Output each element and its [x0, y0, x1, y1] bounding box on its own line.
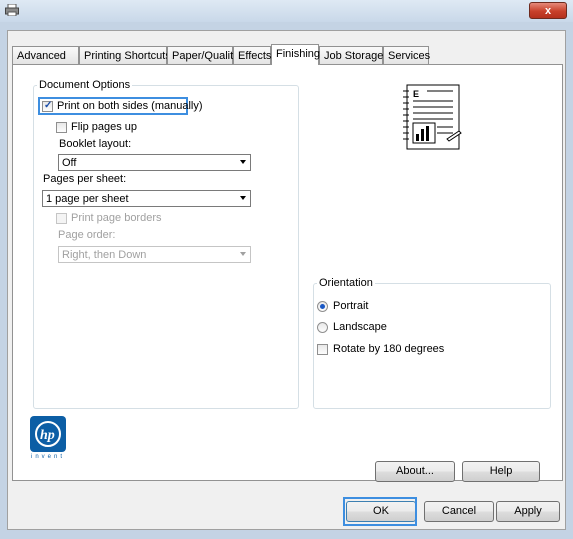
tab-printing-shortcuts[interactable]: Printing Shortcuts [79, 46, 171, 64]
chevron-down-icon [240, 196, 246, 200]
ok-focus-outline [343, 497, 417, 526]
hp-tagline: invent [31, 454, 66, 460]
rotate-180-label[interactable]: Rotate by 180 degrees [333, 343, 444, 355]
tab-paper-quality[interactable]: Paper/Quality [167, 46, 239, 64]
flip-pages-up-label[interactable]: Flip pages up [71, 121, 137, 133]
document-options-caption: Document Options [37, 79, 133, 91]
chevron-down-icon [240, 252, 246, 256]
dialog-client: Advanced Printing Shortcuts Paper/Qualit… [7, 30, 566, 530]
finishing-panel: Document Options ✓ Print on both sides (… [12, 64, 563, 481]
booklet-layout-label: Booklet layout: [59, 138, 132, 150]
orientation-caption: Orientation [317, 277, 375, 289]
tab-finishing[interactable]: Finishing [271, 44, 320, 65]
dialog-window: x Advanced Printing Shortcuts Paper/Qual… [0, 0, 573, 539]
apply-button[interactable]: Apply [496, 501, 560, 522]
hp-logo-icon: hp [30, 416, 66, 452]
tab-advanced[interactable]: Advanced [12, 46, 79, 64]
landscape-label[interactable]: Landscape [333, 321, 387, 333]
pages-per-sheet-value: 1 page per sheet [46, 193, 129, 205]
help-button[interactable]: Help [462, 461, 540, 482]
page-order-label: Page order: [58, 229, 116, 241]
cancel-button[interactable]: Cancel [424, 501, 494, 522]
page-order-value: Right, then Down [62, 249, 147, 261]
print-both-sides-checkbox[interactable]: ✓ [42, 100, 53, 112]
close-button[interactable]: x [529, 2, 567, 19]
print-page-borders-label: Print page borders [71, 212, 162, 224]
booklet-layout-select[interactable]: Off [58, 154, 251, 171]
portrait-label[interactable]: Portrait [333, 300, 368, 312]
page-order-select[interactable]: Right, then Down [58, 246, 251, 263]
chevron-down-icon [240, 160, 246, 164]
rotate-180-checkbox[interactable] [317, 344, 328, 355]
booklet-layout-value: Off [62, 157, 77, 169]
pages-per-sheet-select[interactable]: 1 page per sheet [42, 190, 251, 207]
portrait-radio[interactable] [317, 301, 328, 312]
landscape-radio[interactable] [317, 322, 328, 333]
print-page-borders-checkbox[interactable] [56, 213, 67, 224]
pages-per-sheet-label: Pages per sheet: [43, 173, 127, 185]
preview-letter: E [413, 89, 419, 99]
document-preview-icon: E [403, 84, 462, 150]
hp-logo-text: hp [40, 428, 55, 443]
tab-job-storage[interactable]: Job Storage [319, 46, 383, 64]
flip-pages-up-checkbox[interactable] [56, 122, 67, 133]
tab-effects[interactable]: Effects [233, 46, 271, 64]
print-both-sides-label[interactable]: Print on both sides (manually) [57, 100, 203, 112]
about-button[interactable]: About... [375, 461, 455, 482]
printer-icon [5, 4, 19, 16]
title-bar: x [0, 0, 573, 22]
tab-services[interactable]: Services [383, 46, 430, 64]
